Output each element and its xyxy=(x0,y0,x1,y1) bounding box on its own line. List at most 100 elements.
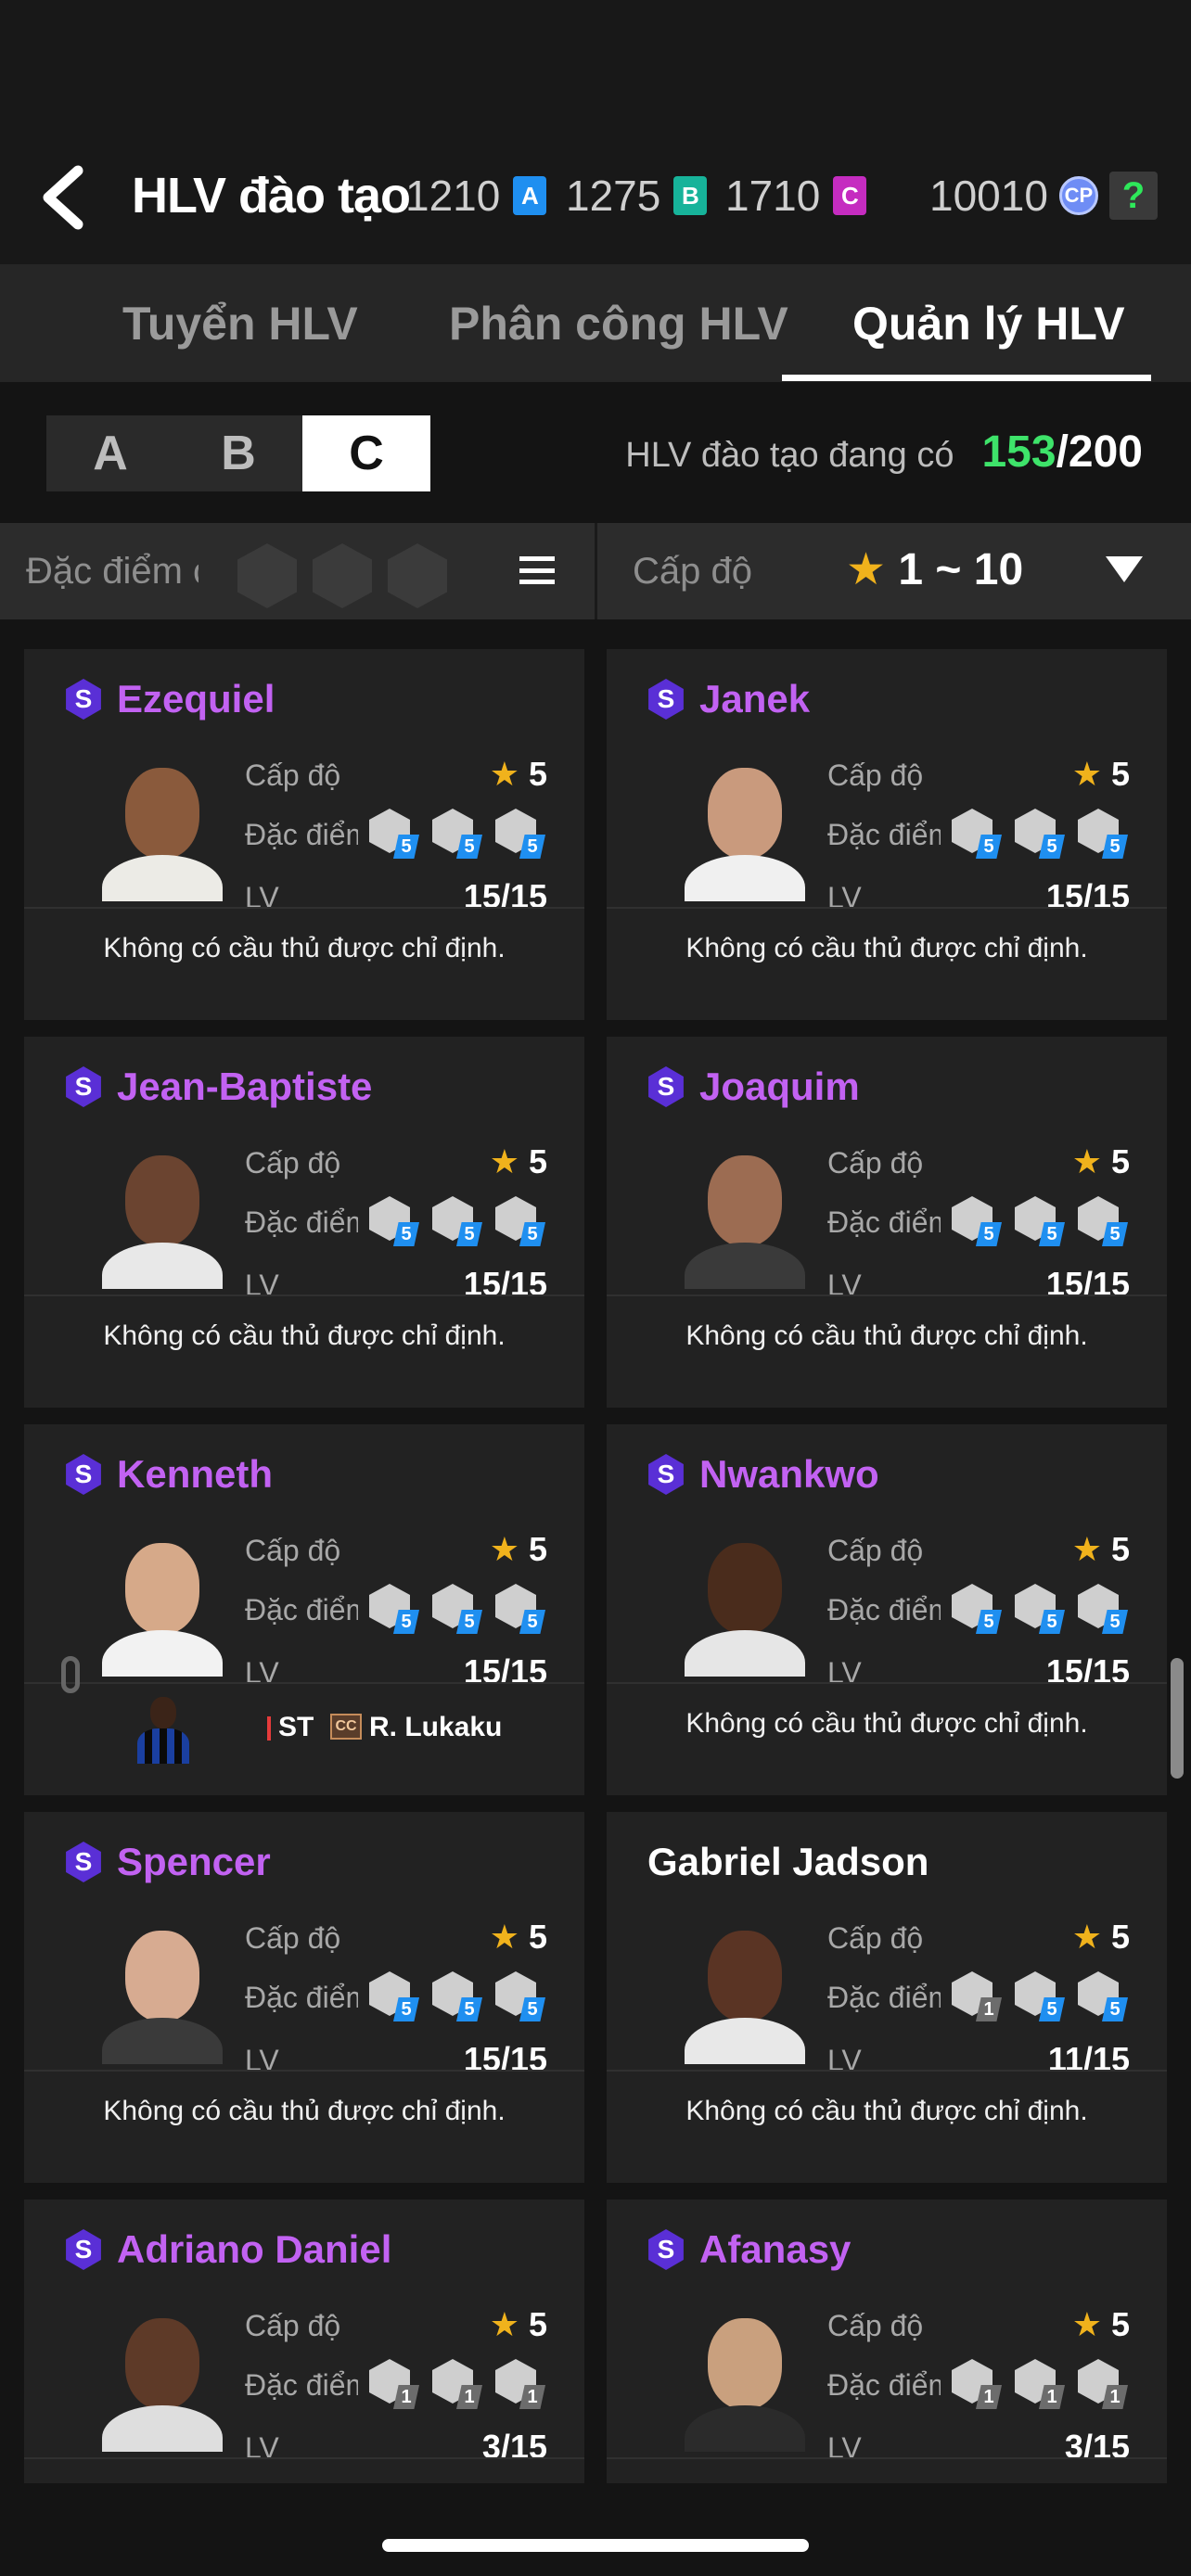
coach-card[interactable]: S Kenneth Cấp độ ★ 5 Đặc điểm 555 LV 15/15… xyxy=(24,1424,584,1795)
menu-icon[interactable] xyxy=(519,556,555,584)
special-coach-icon: S xyxy=(66,1454,101,1495)
coach-avatar xyxy=(685,759,805,901)
assigned-player[interactable]: ST CC R. Lukaku xyxy=(24,1656,584,1764)
coach-name: Gabriel Jadson xyxy=(647,1840,929,1883)
level-value: ★ 5 xyxy=(1071,755,1130,793)
trait-icon: 5 xyxy=(493,1970,549,2021)
level-range-dropdown[interactable]: ★ 1 ~ 10 xyxy=(846,543,1023,595)
trait-slot-3[interactable] xyxy=(388,543,447,608)
active-tab-underline xyxy=(782,375,1151,381)
back-arrow-icon[interactable] xyxy=(37,165,93,230)
trait-icon: 1 xyxy=(367,2357,423,2409)
segment-b[interactable]: B xyxy=(174,415,302,491)
trait-icon: 1 xyxy=(1013,2357,1069,2409)
trait-icons: 555 xyxy=(367,1582,557,1634)
home-indicator[interactable] xyxy=(382,2539,809,2552)
coach-avatar xyxy=(102,2309,223,2452)
trait-icon: 5 xyxy=(367,1970,423,2021)
segment-a[interactable]: A xyxy=(46,415,174,491)
special-coach-icon: S xyxy=(648,1454,684,1495)
coach-card[interactable]: S Ezequiel Cấp độ ★ 5 Đặc điểm 555 LV 15/1… xyxy=(24,649,584,1020)
trait-icon: 5 xyxy=(950,807,1005,859)
level-value: ★ 5 xyxy=(1071,1918,1130,1956)
trait-icon: 5 xyxy=(1013,1582,1069,1634)
filter-bar: Đặc điểm c Cấp độ ★ 1 ~ 10 xyxy=(0,523,1191,619)
traits-label: Đặc điểm xyxy=(827,2368,941,2402)
coach-name: S Adriano Daniel xyxy=(63,2227,391,2272)
coach-list[interactable]: S Ezequiel Cấp độ ★ 5 Đặc điểm 555 LV 15/1… xyxy=(0,619,1191,2483)
help-button[interactable]: ? xyxy=(1108,172,1158,220)
traits-label: Đặc điểm xyxy=(245,818,358,851)
star-icon: ★ xyxy=(1071,755,1102,793)
trait-icon: 5 xyxy=(1013,807,1069,859)
trait-icons: 555 xyxy=(950,1194,1139,1246)
coach-name: S Ezequiel xyxy=(63,677,275,721)
level-label: Cấp độ xyxy=(245,1921,341,1955)
level-value: ★ 5 xyxy=(489,1142,547,1180)
segment-c[interactable]: C xyxy=(302,415,430,491)
tab-bar: Tuyển HLV Phân công HLV Quản lý HLV xyxy=(0,264,1191,382)
trait-icon: 5 xyxy=(430,1194,486,1246)
grade-segment-control: A B C xyxy=(46,415,430,491)
coach-card[interactable]: S Nwankwo Cấp độ ★ 5 Đặc điểm 555 LV 15/15… xyxy=(607,1424,1167,1795)
trait-icon: 1 xyxy=(493,2357,549,2409)
coach-card[interactable]: S Adriano Daniel Cấp độ ★ 5 Đặc điểm 111 L… xyxy=(24,2200,584,2483)
trait-icon: 5 xyxy=(950,1582,1005,1634)
no-player-text: Không có cầu thủ được chỉ định. xyxy=(685,1708,1088,1739)
coach-avatar xyxy=(102,759,223,901)
currency-c-icon: C xyxy=(833,176,867,215)
star-icon: ★ xyxy=(489,1918,519,1956)
star-icon: ★ xyxy=(1071,1530,1102,1568)
trait-icon: 5 xyxy=(1076,1194,1132,1246)
coach-name: S Joaquim xyxy=(646,1065,860,1109)
traits-label: Đặc điểm xyxy=(827,1205,941,1239)
trait-filter-label[interactable]: Đặc điểm c xyxy=(26,551,198,593)
tab-recruit-coach[interactable]: Tuyển HLV xyxy=(122,297,358,351)
trait-icons: 555 xyxy=(950,1582,1139,1634)
level-label: Cấp độ xyxy=(827,2309,924,2342)
coach-name: S Nwankwo xyxy=(646,1452,879,1497)
coach-card[interactable]: S Afanasy Cấp độ ★ 5 Đặc điểm 111 LV 3/15 … xyxy=(607,2200,1167,2483)
trait-icon: 5 xyxy=(430,1970,486,2021)
trait-icon: 5 xyxy=(430,807,486,859)
no-player-text: Không có cầu thủ được chỉ định. xyxy=(103,933,506,963)
tab-manage-coach[interactable]: Quản lý HLV xyxy=(852,297,1125,351)
trait-icon: 5 xyxy=(1013,1970,1069,2021)
special-coach-icon: S xyxy=(66,679,101,720)
star-icon: ★ xyxy=(1071,2305,1102,2343)
trait-icon: 5 xyxy=(367,1582,423,1634)
scrollbar[interactable] xyxy=(1171,1658,1184,1779)
level-value: ★ 5 xyxy=(489,1530,547,1568)
level-value: ★ 5 xyxy=(1071,1530,1130,1568)
trait-icons: 555 xyxy=(950,807,1139,859)
trait-icons: 111 xyxy=(950,2357,1139,2409)
trait-icon: 5 xyxy=(1076,807,1132,859)
coach-name: S Jean-Baptiste xyxy=(63,1065,372,1109)
player-avatar xyxy=(135,1693,191,1764)
level-label: Cấp độ xyxy=(827,1534,924,1567)
trait-icon: 5 xyxy=(493,1194,549,1246)
filter-divider xyxy=(595,523,597,619)
coach-card[interactable]: S Joaquim Cấp độ ★ 5 Đặc điểm 555 LV 15/15… xyxy=(607,1037,1167,1408)
coach-card[interactable]: Gabriel Jadson Cấp độ ★ 5 Đặc điểm 155 LV… xyxy=(607,1812,1167,2183)
coach-card[interactable]: S Jean-Baptiste Cấp độ ★ 5 Đặc điểm 555 LV… xyxy=(24,1037,584,1408)
level-label: Cấp độ xyxy=(827,1921,924,1955)
trait-slot-1[interactable] xyxy=(237,543,297,608)
trait-icon: 1 xyxy=(430,2357,486,2409)
dropdown-triangle-icon[interactable] xyxy=(1106,556,1143,582)
coach-card[interactable]: S Janek Cấp độ ★ 5 Đặc điểm 555 LV 15/15 K… xyxy=(607,649,1167,1020)
trait-icons: 555 xyxy=(367,807,557,859)
trait-icons: 155 xyxy=(950,1970,1139,2021)
card-season-icon: CC xyxy=(330,1714,362,1740)
trait-icon: 5 xyxy=(1076,1970,1132,2021)
star-icon: ★ xyxy=(489,1142,519,1180)
player-name: R. Lukaku xyxy=(369,1712,503,1742)
tab-assign-coach[interactable]: Phân công HLV xyxy=(449,297,788,351)
trait-slot-2[interactable] xyxy=(313,543,372,608)
level-value: ★ 5 xyxy=(1071,2305,1130,2343)
trait-icon: 5 xyxy=(430,1582,486,1634)
trait-icon: 5 xyxy=(493,807,549,859)
coach-card[interactable]: S Spencer Cấp độ ★ 5 Đặc điểm 555 LV 15/15… xyxy=(24,1812,584,2183)
traits-label: Đặc điểm xyxy=(827,1981,941,2014)
traits-label: Đặc điểm xyxy=(245,2368,358,2402)
